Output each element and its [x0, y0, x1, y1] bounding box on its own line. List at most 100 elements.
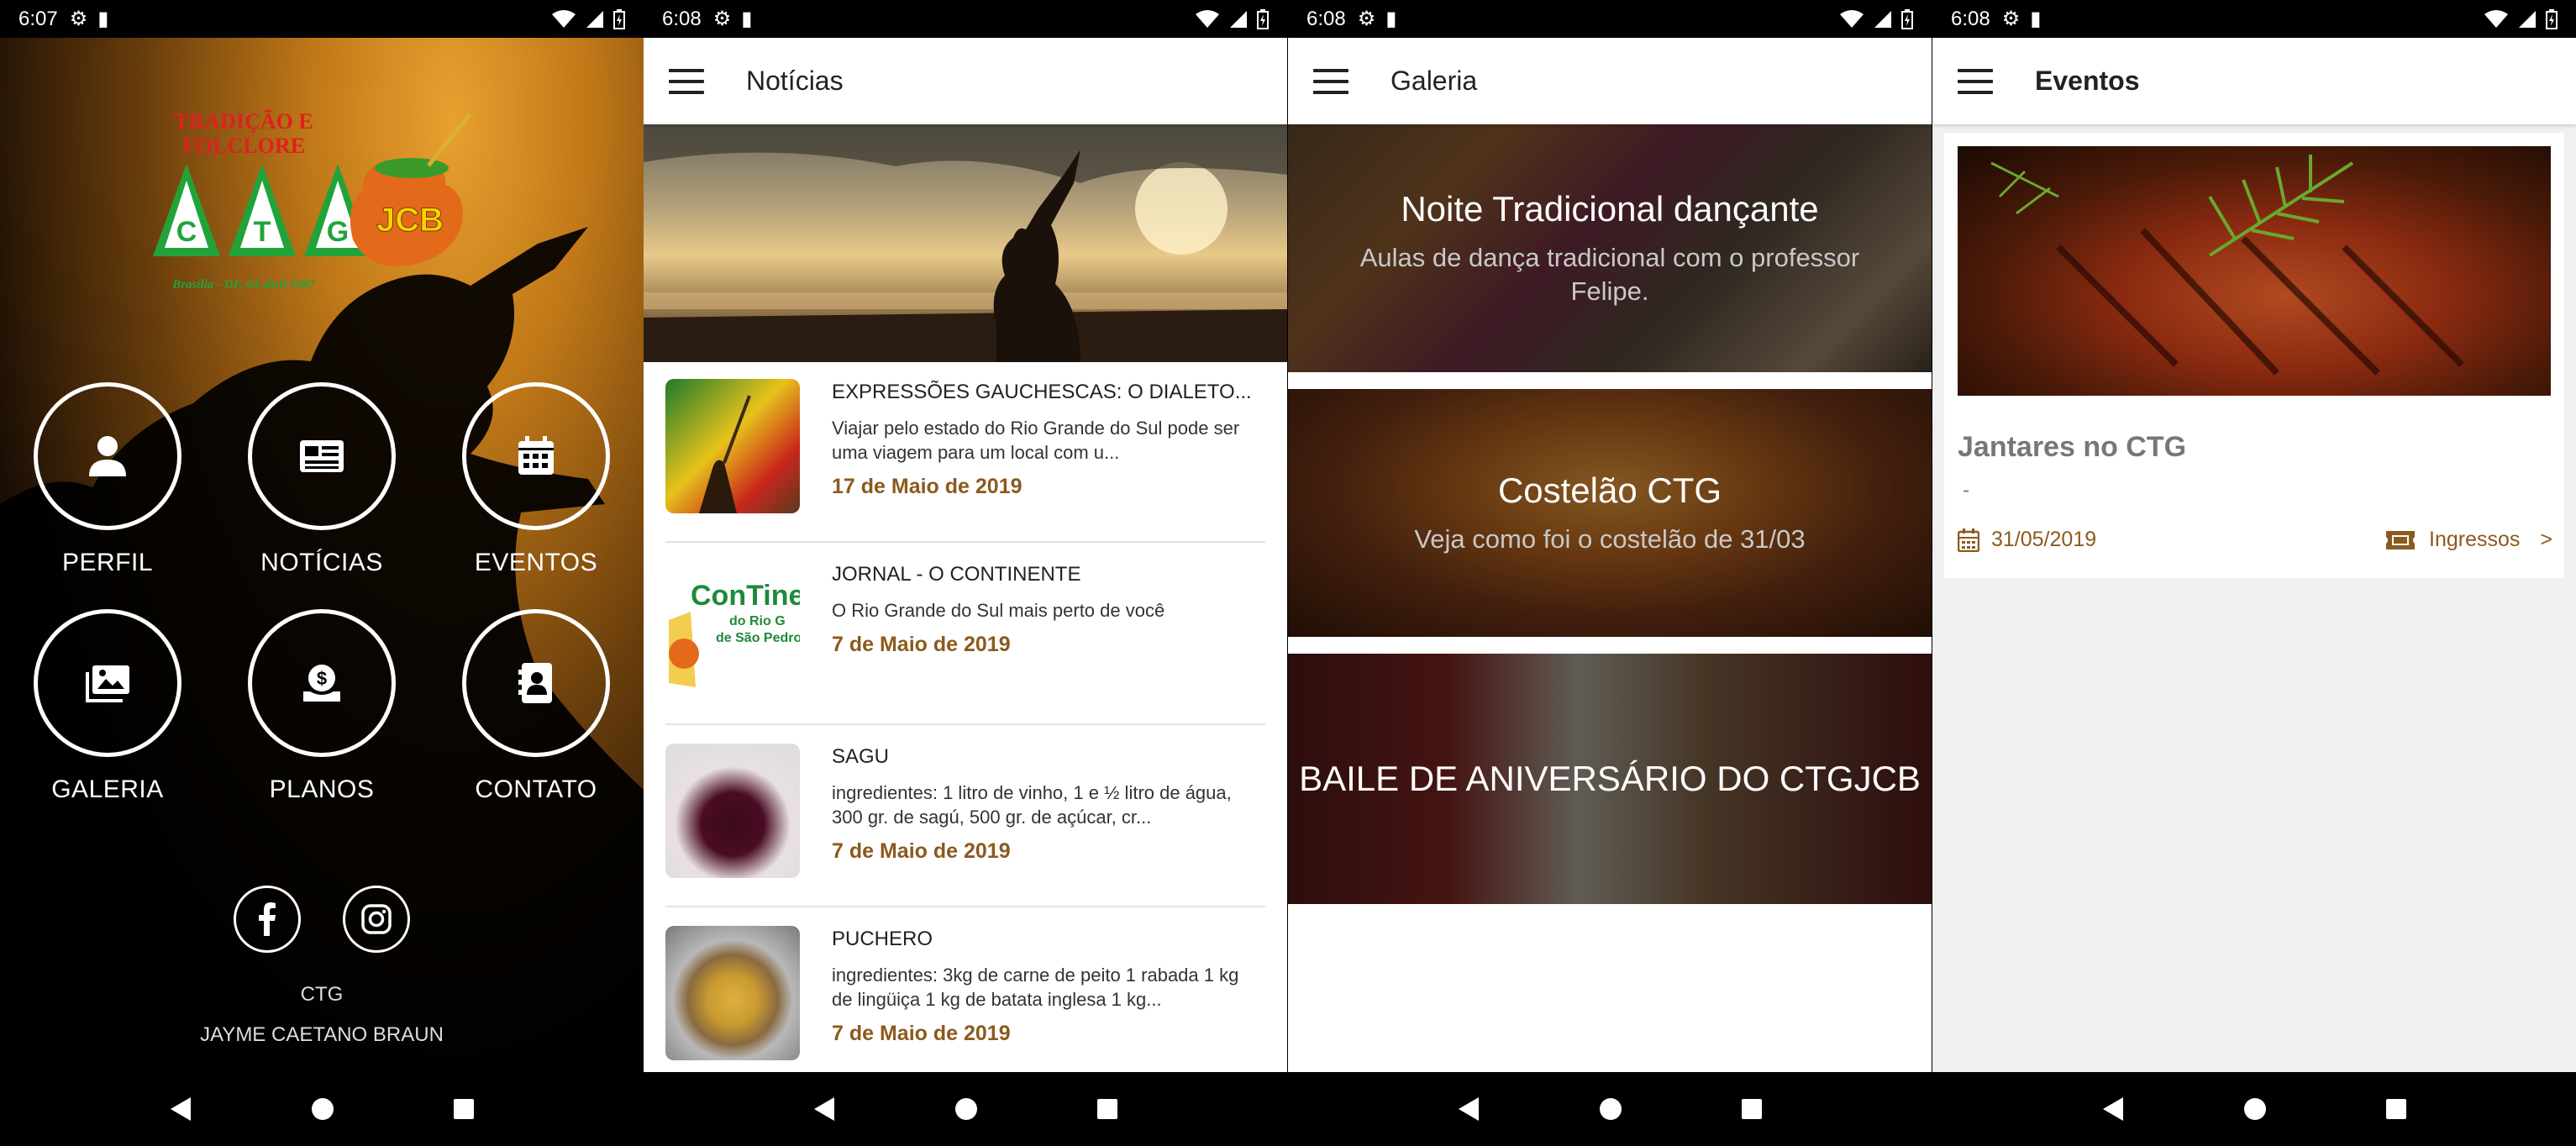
- menu-planos-circle: $: [248, 609, 396, 757]
- ctg-jcb-logo: TRADIÇÃO E FOLCLORE C T G JCB Brasília -…: [153, 109, 472, 292]
- back-icon[interactable]: [2101, 1096, 2125, 1122]
- menu-contato-label: CONTATO: [475, 775, 597, 803]
- sd-card-icon: ▮: [741, 8, 753, 30]
- news-desc: ingredientes: 1 litro de vinho, 1 e ½ li…: [832, 782, 1232, 828]
- news-item[interactable]: SAGU ingredientes: 1 litro de vinho, 1 e…: [665, 727, 1265, 907]
- battery-icon: [2546, 8, 2558, 29]
- news-title: JORNAL - O CONTINENTE: [832, 563, 1081, 586]
- instagram-button[interactable]: [343, 886, 410, 953]
- menu-planos[interactable]: $ PLANOS: [214, 609, 429, 804]
- gallery-icon: [86, 665, 129, 702]
- news-list: EXPRESSÕES GAUCHESCAS: O DIALETO... Viaj…: [644, 362, 1287, 1072]
- app-bar: Eventos: [1932, 38, 2576, 124]
- recents-icon[interactable]: [453, 1098, 475, 1120]
- menu-perfil-circle: [34, 382, 181, 530]
- instagram-icon: [361, 904, 392, 934]
- status-time: 6:08: [662, 7, 702, 30]
- news-title: PUCHERO: [832, 928, 933, 950]
- menu-perfil[interactable]: PERFIL: [0, 382, 215, 577]
- ingressos-label: Ingressos: [2429, 528, 2521, 551]
- news-thumb-continente: ConTine do Rio G de São Pedro: [665, 561, 800, 696]
- menu-noticias-circle: [248, 382, 396, 530]
- gallery-card-subtitle: Veja como foi o costelão de 31/03: [1414, 523, 1806, 554]
- android-nav-bar: [644, 1072, 1287, 1146]
- news-desc: O Rio Grande do Sul mais perto de você: [832, 600, 1165, 621]
- news-date: 7 de Maio de 2019: [832, 633, 1011, 656]
- back-icon[interactable]: [169, 1096, 192, 1122]
- facebook-icon: [259, 902, 276, 936]
- gallery-card[interactable]: Costelão CTG Veja como foi o costelão de…: [1288, 389, 1932, 637]
- sd-card-icon: ▮: [1385, 8, 1397, 30]
- menu-noticias[interactable]: NOTÍCIAS: [214, 382, 429, 577]
- home-icon[interactable]: [954, 1097, 978, 1121]
- menu-contato-circle: [462, 609, 610, 757]
- battery-icon: [1257, 8, 1269, 29]
- hamburger-menu-icon[interactable]: [669, 68, 704, 94]
- back-icon[interactable]: [1457, 1096, 1480, 1122]
- wifi-icon: [2484, 9, 2508, 28]
- recents-icon[interactable]: [1096, 1098, 1118, 1120]
- footer-ctg: CTG: [300, 983, 344, 1006]
- signal-icon: [586, 10, 603, 28]
- battery-icon: [1901, 8, 1913, 29]
- wifi-icon: [1840, 9, 1864, 28]
- menu-contato[interactable]: CONTATO: [428, 609, 644, 804]
- news-item[interactable]: EXPRESSÕES GAUCHESCAS: O DIALETO... Viaj…: [665, 362, 1265, 543]
- logo-founded-text: Brasília - DF, 04 abril 1987: [171, 278, 315, 292]
- app-bar: Galeria: [1288, 38, 1932, 124]
- gallery-screen: 6:08 ⚙ ▮ Galeria Noite Tradicional dança…: [1288, 0, 1932, 1146]
- sd-card-icon: ▮: [97, 8, 109, 30]
- svg-text:$: $: [317, 668, 327, 689]
- menu-planos-label: PLANOS: [269, 775, 375, 803]
- status-bar: 6:07 ⚙ ▮: [0, 0, 644, 38]
- calendar-icon: [1958, 528, 1979, 552]
- event-date: 31/05/2019: [1958, 528, 2096, 552]
- recents-icon[interactable]: [1741, 1098, 1763, 1120]
- calendar-icon: [518, 436, 554, 475]
- news-item[interactable]: ConTine do Rio G de São Pedro JORNAL - O…: [665, 544, 1265, 725]
- menu-eventos-label: EVENTOS: [474, 549, 598, 576]
- status-bar: 6:08 ⚙ ▮: [644, 0, 1287, 38]
- menu-galeria[interactable]: GALERIA: [0, 609, 215, 804]
- thumb-continente-text: ConTine: [691, 580, 800, 612]
- status-bar: 6:08 ⚙ ▮: [1288, 0, 1932, 38]
- gallery-card-title: Costelão CTG: [1497, 470, 1722, 510]
- status-time: 6:08: [1951, 7, 1990, 30]
- status-bar: 6:08 ⚙ ▮: [1932, 0, 2576, 38]
- hamburger-menu-icon[interactable]: [1958, 68, 1993, 94]
- page-title: Galeria: [1391, 66, 1478, 96]
- facebook-button[interactable]: [234, 886, 301, 953]
- social-links: [0, 886, 644, 953]
- news-thumb-puchero: [665, 926, 800, 1060]
- news-title: EXPRESSÕES GAUCHESCAS: O DIALETO...: [832, 381, 1252, 403]
- home-icon[interactable]: [2243, 1097, 2267, 1121]
- home-icon[interactable]: [1599, 1097, 1622, 1121]
- back-icon[interactable]: [812, 1096, 836, 1122]
- home-icon[interactable]: [311, 1097, 334, 1121]
- logo-letter-t: T: [254, 216, 271, 248]
- event-card[interactable]: Jantares no CTG - 31/05/2019 Ingressos >: [1944, 133, 2564, 578]
- android-nav-bar: [1288, 1072, 1932, 1146]
- gallery-card[interactable]: Noite Tradicional dançante Aulas de danç…: [1288, 124, 1932, 372]
- event-date-text: 31/05/2019: [1991, 528, 2097, 551]
- news-thumb-sagu: [665, 744, 800, 878]
- news-desc: Viajar pelo estado do Rio Grande do Sul …: [832, 418, 1240, 463]
- home-screen: 6:07 ⚙ ▮ TRADIÇÃO E FOLCLORE C T G JCB B…: [0, 0, 644, 1146]
- hamburger-menu-icon[interactable]: [1313, 68, 1348, 94]
- ticket-icon: [2386, 530, 2415, 549]
- settings-status-icon: ⚙: [2001, 8, 2021, 30]
- news-item[interactable]: PUCHERO ingredientes: 3kg de carne de pe…: [665, 909, 1265, 1072]
- recents-icon[interactable]: [2385, 1098, 2407, 1120]
- ingressos-button[interactable]: Ingressos >: [2385, 528, 2552, 552]
- gallery-card-overlay: [1288, 389, 1932, 637]
- logo-text-line2: FOLCLORE: [182, 134, 305, 158]
- app-bar: Notícias: [644, 38, 1287, 124]
- wifi-icon: [1196, 9, 1219, 28]
- settings-status-icon: ⚙: [712, 8, 732, 30]
- money-icon: $: [303, 665, 340, 702]
- news-title: SAGU: [832, 745, 890, 768]
- wifi-icon: [552, 9, 576, 28]
- gallery-card[interactable]: BAILE DE ANIVERSÁRIO DO CTGJCB: [1288, 654, 1932, 904]
- logo-jcb-text: JCB: [376, 202, 444, 239]
- menu-eventos[interactable]: EVENTOS: [428, 382, 644, 577]
